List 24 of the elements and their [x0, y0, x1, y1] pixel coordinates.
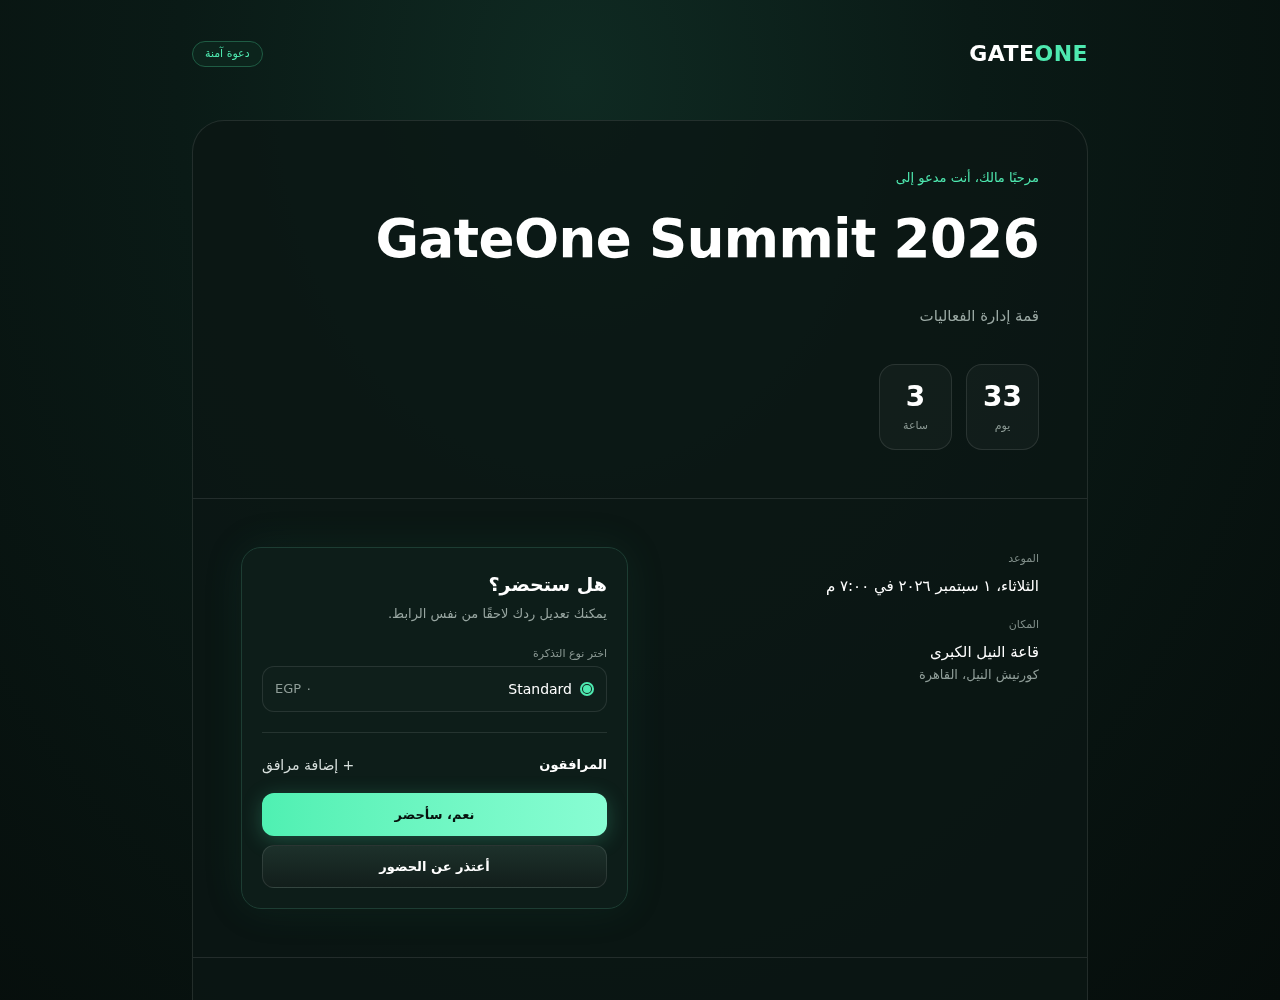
decline-button[interactable]: أعتذر عن الحضور — [262, 845, 607, 888]
secure-invite-badge: دعوة آمنة — [192, 41, 263, 67]
add-companion-button[interactable]: + إضافة مرافق — [262, 753, 355, 777]
countdown-unit: يوم — [994, 418, 1011, 434]
ticket-type-label: اختر نوع التذكرة — [531, 646, 607, 662]
detail-label: الموعد — [1007, 551, 1039, 567]
logo: GATEONE — [969, 43, 1088, 65]
countdown-value: 33 — [983, 380, 1022, 414]
companions-label: المرافقون — [539, 756, 607, 774]
greeting-text: مرحبًا مالك، أنت مدعو إلى — [895, 169, 1039, 187]
ticket-price: EGP ٠ — [275, 680, 313, 698]
ticket-name: Standard — [508, 680, 572, 699]
rsvp-title: هل ستحضر؟ — [487, 572, 607, 598]
attend-button[interactable]: نعم، سأحضر — [262, 793, 607, 836]
detail-label: المكان — [1007, 617, 1039, 633]
event-title: GateOne Summit 2026 — [375, 207, 1039, 271]
venue-address: كورنيش النيل، القاهرة — [918, 666, 1039, 685]
radio-icon[interactable] — [580, 682, 594, 696]
countdown-unit: ساعة — [903, 418, 928, 434]
countdown-value: 3 — [905, 380, 926, 414]
event-subtitle: قمة إدارة الفعاليات — [919, 306, 1039, 327]
detail-value: الثلاثاء، ١ سبتمبر ٢٠٢٦ في ٧:٠٠ م — [825, 576, 1039, 597]
rsvp-hint: يمكنك تعديل ردك لاحقًا من نفس الرابط. — [387, 605, 607, 624]
detail-value: قاعة النيل الكبرى — [929, 642, 1039, 663]
